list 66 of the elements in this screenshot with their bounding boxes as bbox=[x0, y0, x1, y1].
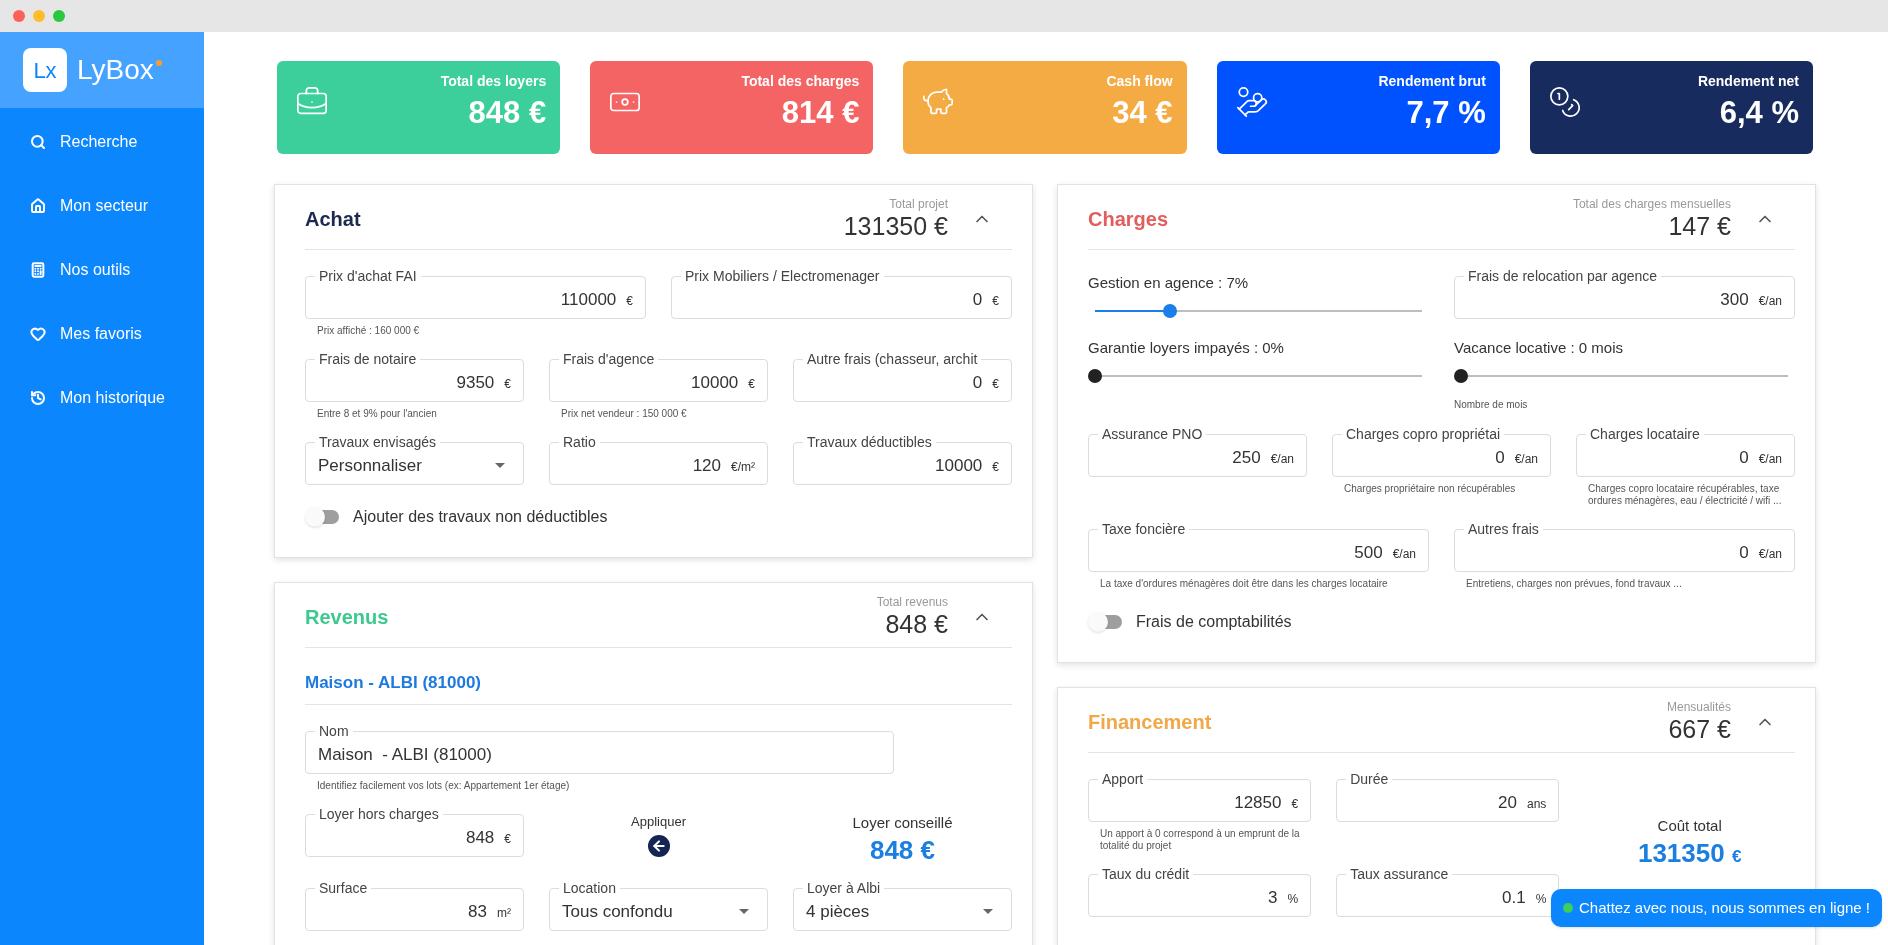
field-hint: Prix affiché : 160 000 € bbox=[317, 325, 421, 337]
kpi-value: 7,7 % bbox=[1406, 94, 1486, 132]
slider-thumb[interactable] bbox=[1454, 369, 1468, 383]
summary-value: 667 € bbox=[1668, 714, 1731, 744]
slider-label: Vacance locative : 0 mois bbox=[1454, 339, 1624, 357]
field-hint: Charges copro locataire récupérables, taxe ordures ménagères, eau / électricité / wifi ... bbox=[1588, 483, 1783, 507]
sidebar-item[interactable]: Recherche bbox=[0, 110, 204, 174]
total-cost-value: 131350 € bbox=[1637, 837, 1742, 871]
toggle-switch[interactable] bbox=[305, 507, 341, 527]
slider-thumb[interactable] bbox=[1163, 304, 1178, 318]
summary-label: Total des charges mensuelles bbox=[1572, 197, 1731, 211]
sidebar-item[interactable]: Mes favoris bbox=[0, 302, 204, 366]
stat-value: 848 € bbox=[869, 834, 936, 866]
summary-value: 848 € bbox=[885, 609, 948, 639]
sidebar-item[interactable]: Mon historique bbox=[0, 366, 204, 430]
panel-title: Financement bbox=[1088, 710, 1212, 735]
sidebar-item[interactable]: Nos outils bbox=[0, 238, 204, 302]
slider-label: Gestion en agence : 7% bbox=[1088, 274, 1250, 292]
chat-button[interactable]: Chattez avec nous, nous sommes en ligne ! bbox=[1551, 888, 1882, 927]
field-hint: Nombre de mois bbox=[1454, 398, 1529, 412]
kpi-label: Rendement net bbox=[1697, 72, 1799, 91]
calculator-icon bbox=[30, 262, 46, 278]
kpi-label: Cash flow bbox=[1106, 72, 1173, 91]
summary-value: 131350 € bbox=[843, 211, 948, 241]
history-icon bbox=[30, 390, 46, 406]
toggle-label: Frais de comptabilités bbox=[1136, 612, 1292, 632]
field-hint: Entre 8 et 9% pour l'ancien bbox=[317, 408, 438, 420]
toggle-switch[interactable] bbox=[1088, 612, 1124, 632]
sidebar-item[interactable]: Mon secteur bbox=[0, 174, 204, 238]
kpi-label: Total des charges bbox=[741, 72, 860, 91]
coins-icon bbox=[1547, 85, 1582, 119]
field-hint: Charges propriétaire non récupérables bbox=[1344, 483, 1517, 495]
slider-label: Garantie loyers impayés : 0% bbox=[1088, 339, 1285, 357]
panel-title: Charges bbox=[1088, 207, 1169, 232]
kpi-value: 848 € bbox=[468, 94, 547, 132]
apply-button[interactable]: Appliquer bbox=[631, 811, 686, 857]
kpi-label: Total des loyers bbox=[440, 72, 547, 91]
kpi-value: 6,4 % bbox=[1719, 94, 1799, 132]
kpi-value: 34 € bbox=[1112, 94, 1173, 132]
stat-label: Loyer conseillé bbox=[852, 812, 953, 833]
field-hint: Entretiens, charges non prévues, fond travaux ... bbox=[1466, 578, 1683, 590]
dropdown-caret-icon bbox=[739, 909, 749, 914]
dropdown-caret-icon bbox=[495, 463, 505, 468]
field-hint: La taxe d'ordures ménagères doit être dans les charges locataire bbox=[1100, 578, 1389, 590]
logo-mark: Lx bbox=[23, 48, 67, 92]
logo-name: LyBox bbox=[77, 53, 154, 87]
lot-heading: Maison - ALBI (81000) bbox=[305, 673, 482, 692]
summary-label: Total revenus bbox=[876, 595, 948, 609]
summary-value: 147 € bbox=[1668, 211, 1731, 241]
kpi-label: Rendement brut bbox=[1378, 72, 1486, 91]
summary-label: Total projet bbox=[889, 197, 948, 211]
stat-label: Coût total bbox=[1657, 815, 1722, 836]
search-icon bbox=[30, 134, 46, 150]
hand-coin-icon bbox=[1234, 85, 1269, 119]
panel-title: Achat bbox=[305, 207, 361, 232]
panel-title: Revenus bbox=[305, 605, 389, 630]
slider-thumb[interactable] bbox=[1088, 369, 1102, 383]
summary-label: Mensualités bbox=[1666, 700, 1731, 714]
home-icon bbox=[30, 198, 46, 214]
toggle-label: Ajouter des travaux non déductibles bbox=[353, 507, 608, 527]
field-hint: Un apport à 0 correspond à un emprunt de la totalité du projet bbox=[1100, 828, 1301, 852]
field-hint: Prix net vendeur : 150 000 € bbox=[561, 408, 688, 420]
dropdown-caret-icon bbox=[983, 909, 993, 914]
field-hint: Identifiez facilement vos lots (ex: Appartement 1er étage) bbox=[317, 779, 571, 792]
kpi-value: 814 € bbox=[781, 94, 860, 132]
heart-icon bbox=[30, 326, 46, 342]
